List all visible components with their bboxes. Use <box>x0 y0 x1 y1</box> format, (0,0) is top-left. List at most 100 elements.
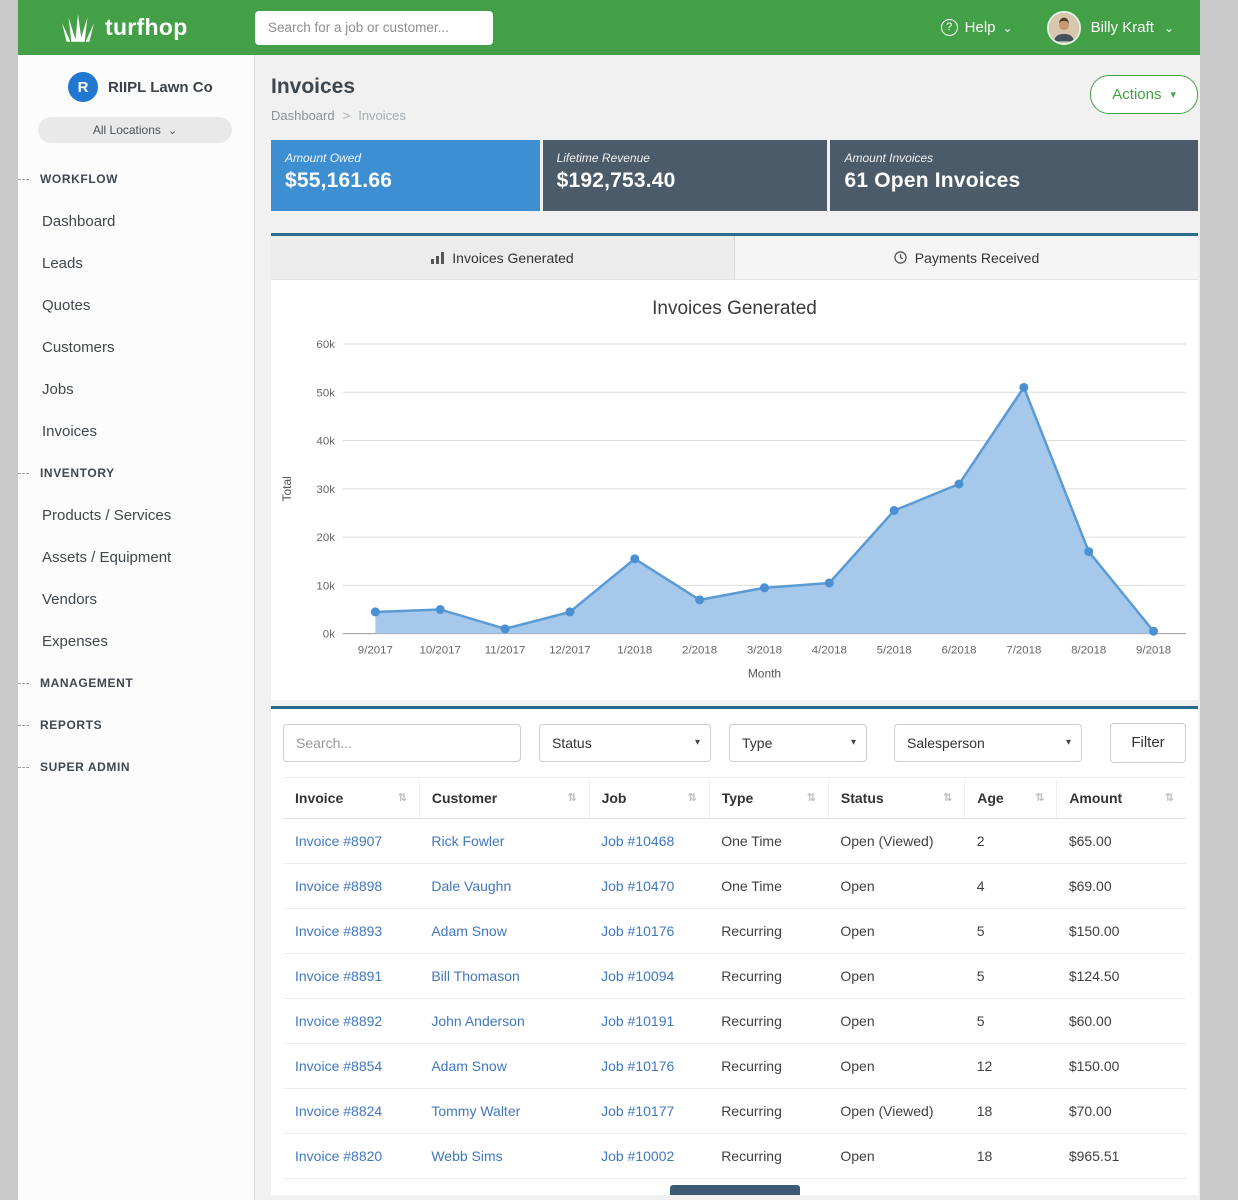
sidebar-section-reports[interactable]: REPORTS <box>18 704 254 746</box>
column-label: Customer <box>432 790 497 806</box>
stat-card-amount-invoices: Amount Invoices61 Open Invoices <box>830 140 1198 211</box>
grass-icon <box>60 13 96 43</box>
sidebar-item-customers[interactable]: Customers <box>18 326 254 368</box>
cell-amount: $965.51 <box>1057 1133 1186 1178</box>
actions-label: Actions <box>1112 86 1161 103</box>
type-select[interactable]: Type▾ <box>729 724 867 762</box>
main-content: Invoices Dashboard > Invoices Actions ▾ … <box>255 55 1200 1200</box>
help-menu[interactable]: ? Help ⌄ <box>941 19 1013 36</box>
sidebar-item-quotes[interactable]: Quotes <box>18 284 254 326</box>
tab-payments-received[interactable]: Payments Received <box>735 236 1198 279</box>
sidebar-nav: WORKFLOWDashboardLeadsQuotesCustomersJob… <box>18 158 254 788</box>
sidebar-item-jobs[interactable]: Jobs <box>18 368 254 410</box>
table-filter-bar: Status▾ Type▾ Salesperson▾ Filter <box>283 723 1186 763</box>
tab-invoices-generated[interactable]: Invoices Generated <box>271 236 735 279</box>
sidebar-section-workflow[interactable]: WORKFLOW <box>18 158 254 200</box>
cell-amount: $150.00 <box>1057 1043 1186 1088</box>
sidebar-section-inventory[interactable]: INVENTORY <box>18 452 254 494</box>
invoice-link[interactable]: Invoice #8854 <box>295 1058 382 1074</box>
table-search-input[interactable] <box>283 724 521 762</box>
cell-status: Open (Viewed) <box>828 1088 964 1133</box>
invoice-link[interactable]: Invoice #8820 <box>295 1148 382 1164</box>
breadcrumb-current: Invoices <box>358 108 406 123</box>
job-link[interactable]: Job #10470 <box>601 878 674 894</box>
status-select[interactable]: Status▾ <box>539 724 711 762</box>
global-search-input[interactable] <box>255 11 493 45</box>
company-name: RIIPL Lawn Co <box>108 79 213 96</box>
job-link[interactable]: Job #10468 <box>601 833 674 849</box>
column-header-invoice[interactable]: Invoice⇅ <box>283 777 419 818</box>
sidebar-item-invoices[interactable]: Invoices <box>18 410 254 452</box>
sidebar-section-management[interactable]: MANAGEMENT <box>18 662 254 704</box>
job-link[interactable]: Job #10002 <box>601 1148 674 1164</box>
stat-card-lifetime-revenue: Lifetime Revenue$192,753.40 <box>543 140 828 211</box>
customer-link[interactable]: Bill Thomason <box>431 968 519 984</box>
sidebar-section-label: INVENTORY <box>40 466 115 480</box>
column-header-amount[interactable]: Amount⇅ <box>1057 777 1186 818</box>
cell-amount: $65.00 <box>1057 818 1186 863</box>
user-menu[interactable]: Billy Kraft ⌄ <box>1047 11 1174 45</box>
svg-text:9/2017: 9/2017 <box>358 645 393 657</box>
breadcrumb-dashboard-link[interactable]: Dashboard <box>271 108 335 123</box>
customer-link[interactable]: Adam Snow <box>431 923 506 939</box>
svg-text:30k: 30k <box>316 484 335 496</box>
stat-value: 61 Open Invoices <box>844 169 1184 193</box>
sidebar-item-expenses[interactable]: Expenses <box>18 620 254 662</box>
customer-link[interactable]: Tommy Walter <box>431 1103 520 1119</box>
sidebar-item-assets-equipment[interactable]: Assets / Equipment <box>18 536 254 578</box>
column-label: Amount <box>1069 790 1122 806</box>
column-header-status[interactable]: Status⇅ <box>828 777 964 818</box>
location-selector[interactable]: All Locations ⌄ <box>38 117 232 143</box>
column-header-type[interactable]: Type⇅ <box>709 777 828 818</box>
invoices-table-panel: Status▾ Type▾ Salesperson▾ Filter Invoice⇅… <box>271 706 1198 1195</box>
cell-invoice: Invoice #8824 <box>283 1088 419 1133</box>
customer-link[interactable]: Adam Snow <box>431 1058 506 1074</box>
sidebar-item-dashboard[interactable]: Dashboard <box>18 200 254 242</box>
sidebar-item-products-services[interactable]: Products / Services <box>18 494 254 536</box>
sidebar-item-leads[interactable]: Leads <box>18 242 254 284</box>
chevron-down-icon: ⌄ <box>1164 21 1174 35</box>
cell-invoice: Invoice #8892 <box>283 998 419 1043</box>
pagination-partial[interactable] <box>670 1185 800 1195</box>
column-label: Job <box>602 790 627 806</box>
actions-button[interactable]: Actions ▾ <box>1090 75 1198 114</box>
cell-invoice: Invoice #8820 <box>283 1133 419 1178</box>
layout: R RIIPL Lawn Co All Locations ⌄ WORKFLOW… <box>18 55 1200 1200</box>
svg-text:1/2018: 1/2018 <box>617 645 652 657</box>
chart-panel: Invoices Generated 0k10k20k30k40k50k60k9… <box>271 280 1198 700</box>
sidebar-item-vendors[interactable]: Vendors <box>18 578 254 620</box>
stat-label: Amount Owed <box>285 151 526 165</box>
invoice-link[interactable]: Invoice #8907 <box>295 833 382 849</box>
cell-type: Recurring <box>709 998 828 1043</box>
user-name: Billy Kraft <box>1091 19 1154 36</box>
job-link[interactable]: Job #10176 <box>601 1058 674 1074</box>
job-link[interactable]: Job #10094 <box>601 968 674 984</box>
sidebar-section-super-admin[interactable]: SUPER ADMIN <box>18 746 254 788</box>
tab-label: Invoices Generated <box>452 250 573 266</box>
job-link[interactable]: Job #10177 <box>601 1103 674 1119</box>
tree-dash-icon <box>18 725 29 726</box>
column-header-job[interactable]: Job⇅ <box>589 777 709 818</box>
customer-link[interactable]: Rick Fowler <box>431 833 504 849</box>
salesperson-select[interactable]: Salesperson▾ <box>894 724 1082 762</box>
column-header-customer[interactable]: Customer⇅ <box>419 777 589 818</box>
job-link[interactable]: Job #10176 <box>601 923 674 939</box>
invoice-link[interactable]: Invoice #8892 <box>295 1013 382 1029</box>
select-value: Type <box>742 735 772 751</box>
invoice-link[interactable]: Invoice #8824 <box>295 1103 382 1119</box>
invoice-link[interactable]: Invoice #8891 <box>295 968 382 984</box>
brand-logo[interactable]: turfhop <box>18 13 255 43</box>
sidebar-section-label: SUPER ADMIN <box>40 760 130 774</box>
customer-link[interactable]: John Anderson <box>431 1013 524 1029</box>
invoice-link[interactable]: Invoice #8898 <box>295 878 382 894</box>
filter-button[interactable]: Filter <box>1110 723 1186 763</box>
page-title: Invoices <box>271 75 406 99</box>
tree-dash-icon <box>18 683 29 684</box>
svg-text:0k: 0k <box>323 629 335 641</box>
invoice-link[interactable]: Invoice #8893 <box>295 923 382 939</box>
table-row: Invoice #8854Adam SnowJob #10176Recurrin… <box>283 1043 1186 1088</box>
customer-link[interactable]: Webb Sims <box>431 1148 502 1164</box>
customer-link[interactable]: Dale Vaughn <box>431 878 511 894</box>
column-header-age[interactable]: Age⇅ <box>965 777 1057 818</box>
job-link[interactable]: Job #10191 <box>601 1013 674 1029</box>
